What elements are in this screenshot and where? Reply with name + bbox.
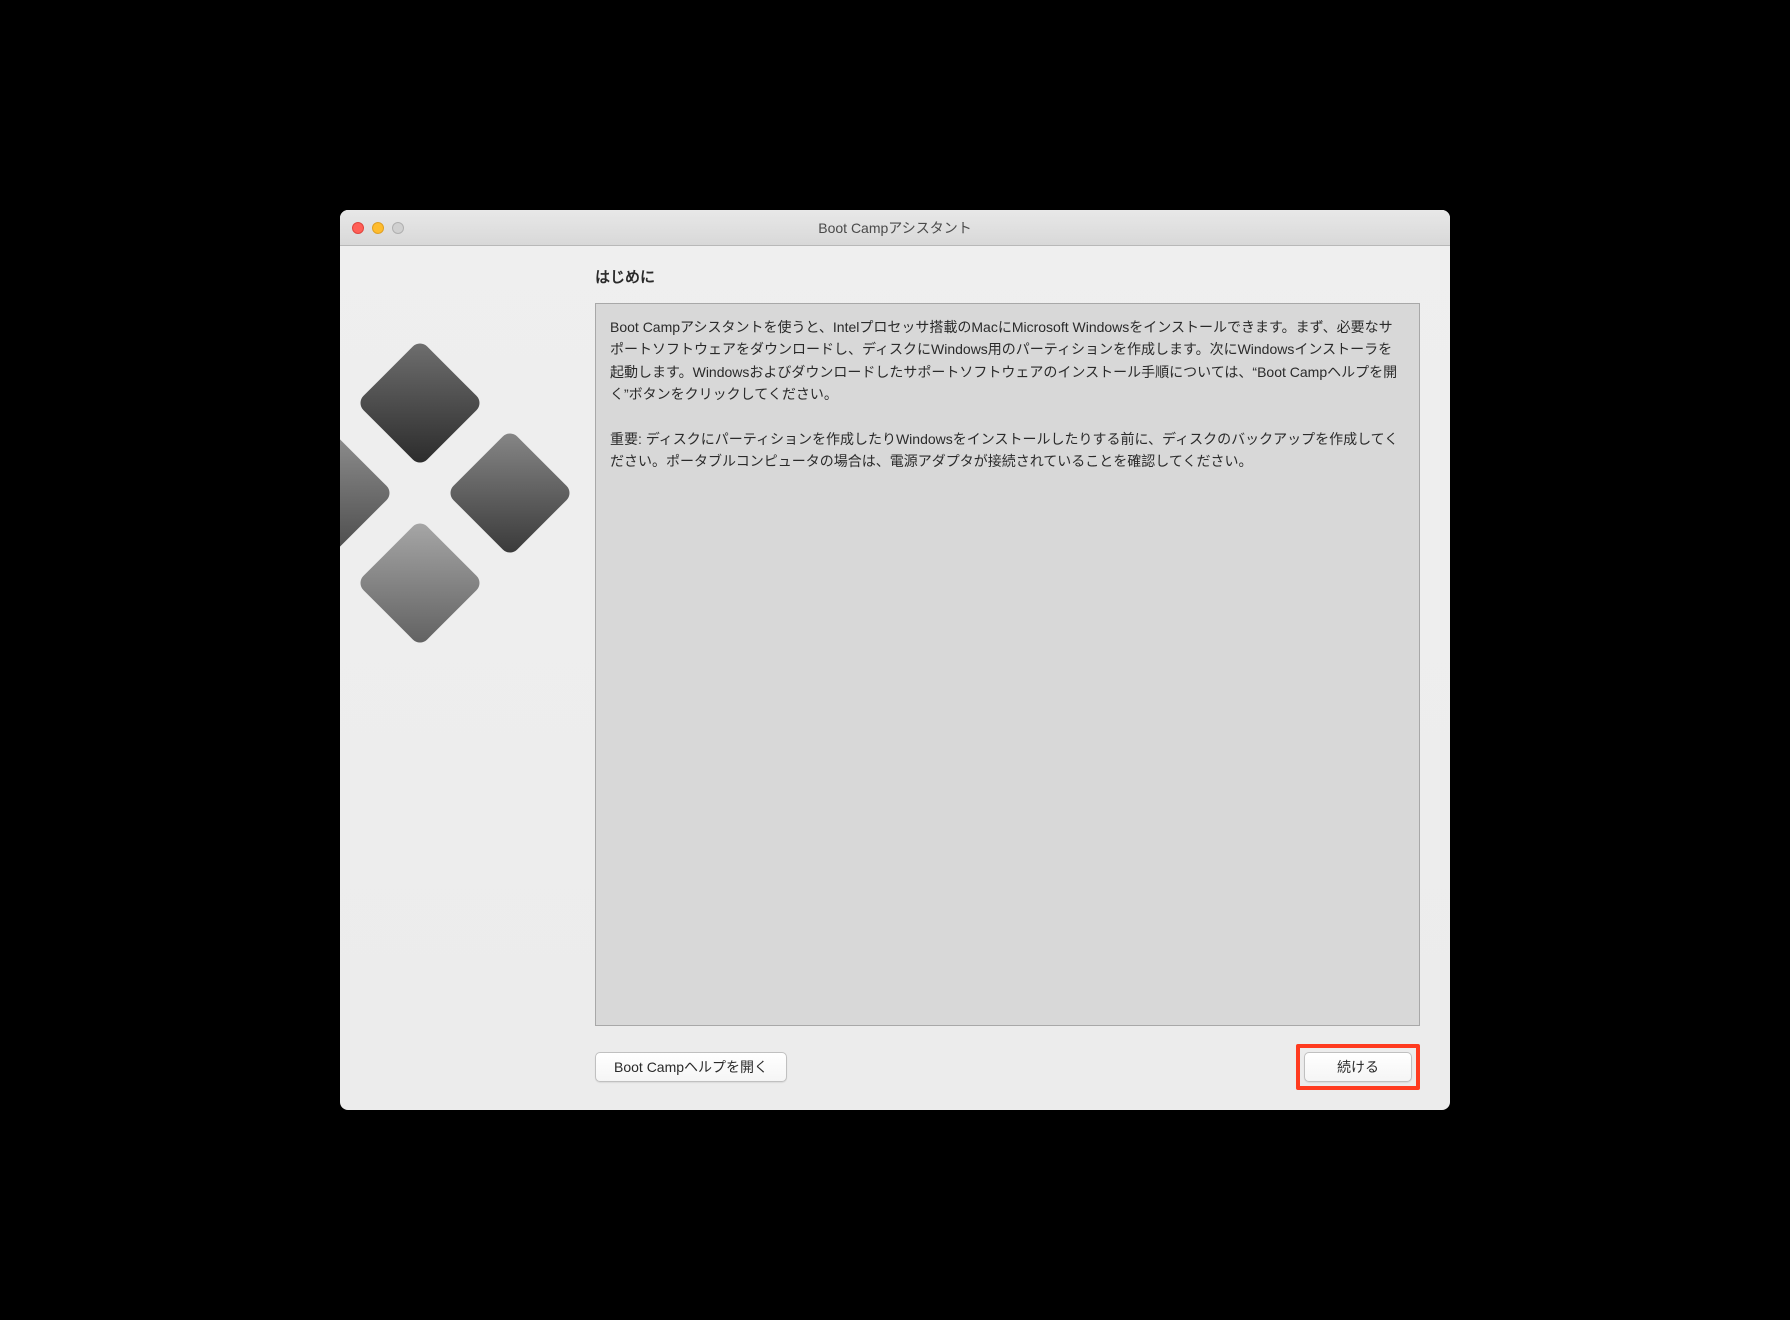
close-icon[interactable] — [352, 222, 364, 234]
button-row: Boot Campヘルプを開く 続ける — [595, 1044, 1420, 1090]
bootcamp-logo-icon — [340, 343, 570, 643]
page-heading: はじめに — [595, 266, 1420, 287]
description-panel: Boot Campアシスタントを使うと、Intelプロセッサ搭載のMacにMic… — [595, 303, 1420, 1026]
titlebar[interactable]: Boot Campアシスタント — [340, 210, 1450, 246]
content-area: はじめに — [340, 246, 1450, 1110]
open-help-button[interactable]: Boot Campヘルプを開く — [595, 1052, 787, 1082]
zoom-icon — [392, 222, 404, 234]
window-title: Boot Campアシスタント — [340, 218, 1450, 238]
traffic-lights — [340, 222, 404, 234]
minimize-icon[interactable] — [372, 222, 384, 234]
continue-button[interactable]: 続ける — [1304, 1052, 1412, 1082]
bootcamp-window: Boot Campアシスタント はじめに — [340, 210, 1450, 1110]
description-paragraph-2: 重要: ディスクにパーティションを作成したりWindowsをインストールしたりす… — [610, 428, 1405, 473]
continue-highlight: 続ける — [1296, 1044, 1420, 1090]
description-paragraph-1: Boot Campアシスタントを使うと、Intelプロセッサ搭載のMacにMic… — [610, 316, 1405, 406]
